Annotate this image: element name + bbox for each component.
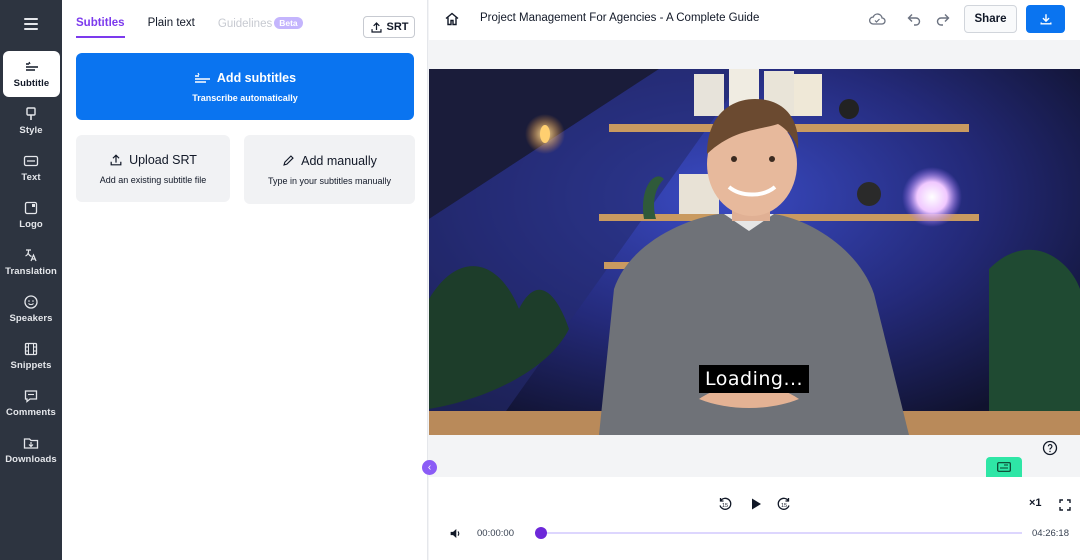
chevron-left-icon: ‹ (427, 462, 432, 473)
tab-plain-text[interactable]: Plain text (148, 17, 195, 35)
video-preview[interactable]: Loading... (429, 69, 1080, 435)
text-box-icon (23, 155, 39, 167)
download-button[interactable] (1026, 5, 1065, 33)
rewind-15-button[interactable]: 15 (717, 496, 733, 512)
nav-item-subtitle[interactable]: Subtitle (3, 51, 60, 97)
nav-item-label: Downloads (5, 454, 57, 465)
cloud-sync-icon[interactable] (868, 11, 886, 27)
nav-item-label: Subtitle (13, 78, 50, 89)
subtitle-icon (25, 61, 38, 71)
redo-icon[interactable] (935, 11, 951, 27)
nav-item-downloads[interactable]: Downloads (0, 427, 62, 473)
translate-icon (25, 249, 37, 262)
rewind-icon: 15 (719, 497, 732, 510)
nav-item-comments[interactable]: Comments (0, 380, 62, 426)
upload-icon (110, 153, 122, 165)
volume-button[interactable] (449, 527, 462, 540)
nav-item-label: Speakers (9, 313, 53, 324)
add-subtitles-button[interactable]: Add subtitles Transcribe automatically (76, 53, 414, 120)
editor-header: Project Management For Agencies - A Comp… (429, 0, 1080, 40)
upload-srt-subtitle: Add an existing subtitle file (99, 174, 207, 185)
speaker-icon (450, 529, 460, 538)
subtitle-icon (194, 72, 210, 83)
nav-item-translation[interactable]: Translation (0, 239, 62, 285)
fullscreen-button[interactable] (1059, 498, 1071, 511)
srt-button-label: SRT (386, 21, 409, 33)
beta-badge: Beta (274, 17, 303, 29)
nav-item-label: Style (19, 125, 43, 136)
nav-item-label: Comments (6, 407, 56, 418)
playback-speed-button[interactable]: ×1 (1029, 497, 1042, 509)
comment-icon (24, 390, 38, 403)
total-duration: 04:26:18 (1032, 528, 1069, 539)
timeline-marker-tab[interactable] (986, 457, 1022, 477)
panel-tabs: Subtitles Plain text Guidelines Beta (76, 17, 303, 41)
nav-item-style[interactable]: Style (0, 98, 62, 144)
add-manually-subtitle: Type in your subtitles manually (267, 175, 392, 186)
add-subtitles-title: Add subtitles (216, 70, 297, 85)
player-controls: 15 15 ×1 00:00:00 04:26:18 (429, 477, 1080, 560)
share-button[interactable]: Share (964, 5, 1017, 33)
brush-icon (26, 107, 36, 120)
progress-track[interactable] (535, 527, 1022, 539)
play-button[interactable] (748, 496, 764, 512)
progress-thumb[interactable] (535, 527, 547, 539)
tab-label: Plain text (147, 17, 195, 29)
nav-item-label: Translation (5, 266, 57, 277)
add-manually-card[interactable]: Add manually Type in your subtitles manu… (244, 135, 415, 204)
forward-icon: 15 (777, 497, 790, 510)
nav-item-label: Logo (19, 219, 43, 230)
nav-item-label: Snippets (10, 360, 52, 371)
video-area: Loading... (429, 40, 1080, 477)
subtitle-caption: Loading... (699, 365, 810, 393)
upload-icon (370, 21, 382, 33)
upload-srt-title: Upload SRT (129, 152, 197, 167)
share-label: Share (974, 13, 1007, 25)
upload-srt-card[interactable]: Upload SRT Add an existing subtitle file (76, 135, 230, 202)
subtitle-panel: Subtitles Plain text Guidelines Beta SRT … (62, 0, 428, 560)
srt-export-button[interactable]: SRT (363, 16, 415, 38)
logo-icon (24, 201, 38, 215)
add-subtitles-subtitle: Transcribe automatically (192, 92, 298, 103)
collapse-panel-button[interactable]: ‹ (422, 460, 437, 475)
forward-15-button[interactable]: 15 (776, 496, 792, 512)
tab-guidelines[interactable]: Guidelines Beta (218, 17, 303, 35)
tab-label: Guidelines (217, 18, 273, 30)
fullscreen-icon (1059, 499, 1071, 511)
help-icon[interactable] (1042, 440, 1058, 456)
folder-download-icon (23, 438, 39, 449)
nav-item-speakers[interactable]: Speakers (0, 286, 62, 332)
nav-item-label: Text (21, 172, 41, 183)
smiley-icon (24, 295, 38, 309)
nav-item-text[interactable]: Text (0, 145, 62, 191)
home-icon[interactable] (444, 11, 460, 27)
play-icon (752, 498, 761, 510)
skip-seconds-label: 15 (781, 503, 787, 509)
project-title: Project Management For Agencies - A Comp… (480, 12, 760, 24)
left-nav-rail: Subtitle Style Text Logo Translation Spe… (0, 0, 62, 560)
nav-item-snippets[interactable]: Snippets (0, 333, 62, 379)
hamburger-menu-icon[interactable] (19, 13, 43, 37)
pencil-icon (283, 155, 294, 166)
tab-label: Subtitles (76, 17, 125, 29)
skip-seconds-label: 15 (722, 503, 728, 509)
nav-item-logo[interactable]: Logo (0, 192, 62, 238)
film-icon (24, 342, 38, 356)
undo-icon[interactable] (906, 11, 922, 27)
tab-subtitles[interactable]: Subtitles (76, 17, 125, 38)
current-time: 00:00:00 (477, 528, 514, 539)
subtitle-box-icon (997, 462, 1011, 472)
add-manually-title: Add manually (301, 153, 377, 168)
download-icon (1039, 14, 1052, 25)
